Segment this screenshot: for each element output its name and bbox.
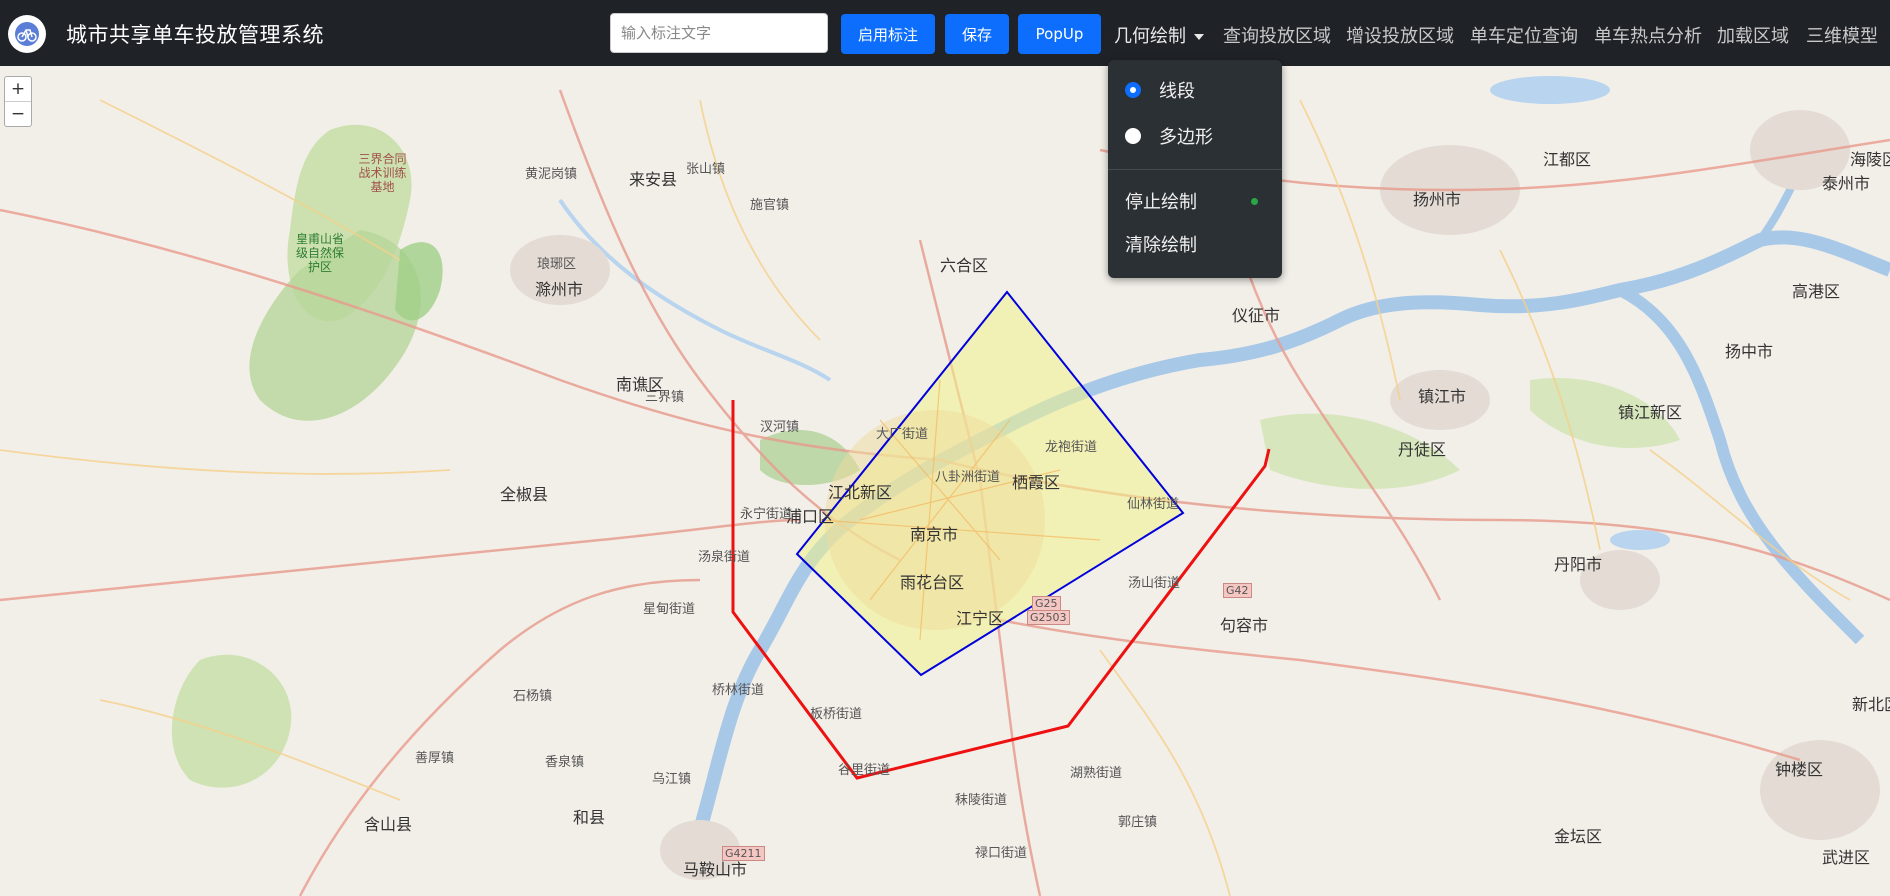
geometry-draw-menu: 线段 多边形 停止绘制 清除绘制 — [1108, 60, 1282, 278]
popup-button[interactable]: PopUp — [1018, 14, 1101, 54]
map-label: 谷里街道 — [838, 763, 891, 778]
radio-line[interactable] — [1125, 82, 1141, 98]
map-canvas[interactable]: 来安县 滁州市 琅琊区 南谯区 全椒县 江北新区 浦口区 南京市 栖霞区 雨花台… — [0, 66, 1890, 896]
nav-3d-model[interactable]: 三维模型 — [1806, 22, 1878, 48]
map-label: 仪征市 — [1232, 306, 1281, 325]
menu-item-stop-label: 停止绘制 — [1125, 192, 1197, 213]
save-button[interactable]: 保存 — [945, 14, 1009, 54]
map-label: 琅琊区 — [537, 257, 577, 272]
nav-load-area[interactable]: 加载区域 — [1717, 22, 1789, 48]
map-label: 全椒县 — [500, 485, 549, 504]
map-label: 桥林街道 — [712, 683, 765, 698]
map-label: 浦口区 — [786, 507, 835, 526]
app-logo — [8, 15, 46, 53]
map-label: 施官镇 — [750, 198, 790, 213]
map-label: 星甸街道 — [643, 602, 696, 617]
map-label: 八卦洲街道 — [935, 470, 1001, 485]
menu-divider — [1108, 169, 1282, 170]
map-label: 江宁区 — [956, 609, 1005, 628]
radio-polygon[interactable] — [1125, 128, 1141, 144]
map-label: 海陵区 — [1850, 150, 1890, 169]
nav-query-area[interactable]: 查询投放区域 — [1223, 22, 1331, 48]
highway-shield-label: G25 — [1032, 596, 1061, 611]
map-label: 丹阳市 — [1554, 555, 1603, 574]
map-label: 郭庄镇 — [1118, 815, 1158, 830]
map-label: 含山县 — [364, 815, 413, 834]
map-label: 禄口街道 — [975, 846, 1028, 861]
map-label: 石杨镇 — [513, 689, 553, 704]
map-label: 扬州市 — [1413, 190, 1462, 209]
top-navbar: 城市共享单车投放管理系统 启用标注 保存 PopUp 几何绘制 查询投放区域 增… — [0, 0, 1890, 66]
zoom-out-button[interactable]: − — [5, 102, 31, 126]
map-label: 仙林街道 — [1127, 497, 1180, 512]
map-label: 汤山街道 — [1128, 576, 1181, 591]
bicycle-icon — [15, 22, 39, 46]
nav-bike-locate[interactable]: 单车定位查询 — [1470, 22, 1578, 48]
menu-item-polygon-label: 多边形 — [1159, 127, 1213, 148]
map-label: 滁州市 — [535, 280, 584, 299]
highway-shield-label: G42 — [1223, 583, 1252, 598]
map-label: 龙袍街道 — [1045, 440, 1098, 455]
map-label: 汤泉街道 — [698, 550, 751, 565]
map-label: 六合区 — [940, 256, 989, 275]
map-label: 湖熟街道 — [1070, 766, 1123, 781]
nav-add-area[interactable]: 增设投放区域 — [1346, 22, 1454, 48]
menu-item-clear-label: 清除绘制 — [1125, 235, 1197, 256]
menu-item-polygon[interactable]: 多边形 — [1108, 116, 1282, 156]
map-label: 三界镇 — [645, 390, 685, 405]
app-title: 城市共享单车投放管理系统 — [66, 23, 324, 47]
map-label: 汊河镇 — [760, 420, 800, 435]
menu-item-line-label: 线段 — [1159, 81, 1195, 102]
map-label: 来安县 — [629, 170, 678, 189]
map-label: 金坛区 — [1554, 827, 1603, 846]
map-label: 高港区 — [1792, 282, 1841, 301]
map-label: 皇甫山省级自然保护区 — [295, 232, 344, 274]
map-label: 钟楼区 — [1775, 760, 1824, 779]
geometry-draw-dropdown[interactable]: 几何绘制 — [1114, 22, 1204, 48]
highway-shield-label: G4211 — [722, 846, 765, 861]
zoom-in-button[interactable]: + — [5, 77, 31, 102]
menu-item-clear-draw[interactable]: 清除绘制 — [1108, 224, 1282, 264]
map-label: 秣陵街道 — [955, 793, 1008, 808]
enable-annotation-button[interactable]: 启用标注 — [841, 14, 935, 54]
map-label: 新北区 — [1852, 695, 1890, 714]
map-label: 善厚镇 — [415, 751, 455, 766]
map-label: 泰州市 — [1822, 174, 1871, 193]
menu-item-line[interactable]: 线段 — [1108, 70, 1282, 110]
zoom-control: + − — [4, 76, 32, 127]
map-label: 栖霞区 — [1012, 473, 1061, 492]
map-label: 香泉镇 — [545, 755, 585, 770]
geometry-draw-label: 几何绘制 — [1114, 26, 1186, 47]
map-label: 乌江镇 — [652, 772, 692, 787]
map-label: 句容市 — [1220, 616, 1269, 635]
map-label: 南京市 — [910, 525, 959, 544]
map-label: 板桥街道 — [810, 707, 863, 722]
nav-hotspot-analysis[interactable]: 单车热点分析 — [1594, 22, 1702, 48]
map-label: 镇江市 — [1418, 387, 1467, 406]
highway-shield-label: G2503 — [1027, 610, 1070, 625]
map-label: 武进区 — [1822, 848, 1871, 867]
caret-down-icon — [1194, 34, 1204, 40]
map-label: 张山镇 — [686, 162, 726, 177]
map-label: 雨花台区 — [900, 573, 965, 592]
map-label: 江北新区 — [828, 483, 893, 502]
annotation-text-input[interactable] — [610, 13, 828, 53]
map-label: 镇江新区 — [1618, 403, 1683, 422]
map-label: 永宁街道 — [740, 507, 793, 522]
map-label: 三界合同战术训练基地 — [358, 152, 407, 194]
map-label: 江都区 — [1543, 150, 1592, 169]
map-label: 和县 — [573, 808, 606, 827]
map-label: 丹徒区 — [1398, 440, 1447, 459]
menu-item-stop-draw[interactable]: 停止绘制 — [1108, 181, 1282, 221]
map-label: 大厂街道 — [876, 427, 929, 442]
active-status-dot-icon — [1251, 198, 1258, 205]
map-label: 黄泥岗镇 — [525, 167, 578, 182]
map-label: 扬中市 — [1725, 342, 1774, 361]
